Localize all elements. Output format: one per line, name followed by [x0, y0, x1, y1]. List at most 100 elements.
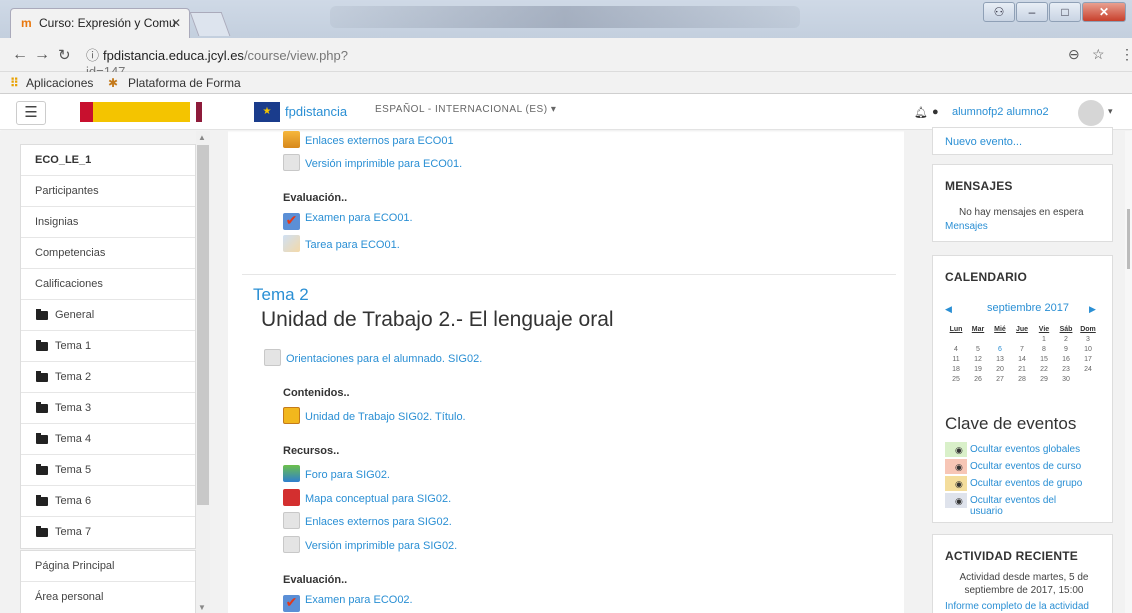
calendar-day[interactable]: 4	[945, 346, 967, 356]
nav-section-item[interactable]: Tema 7	[21, 517, 195, 548]
nav-item-pagina-principal[interactable]: Página Principal	[21, 551, 195, 582]
nav-section-item[interactable]: Tema 5	[21, 455, 195, 486]
calendar-day[interactable]: 3	[1077, 336, 1099, 346]
activity-link[interactable]: Enlaces externos para SIG02.	[283, 512, 452, 529]
calendar-day[interactable]: 28	[1011, 376, 1033, 386]
close-window-button[interactable]: ✕	[1082, 2, 1126, 22]
close-tab-icon[interactable]: ✕	[171, 16, 181, 30]
activity-link[interactable]: Foro para SIG02.	[283, 465, 390, 482]
nav-item-area-personal[interactable]: Área personal	[21, 582, 195, 613]
browser-tab[interactable]: m Curso: Expresión y Comu ✕	[10, 8, 190, 38]
calendar-day[interactable]: 1	[1033, 336, 1055, 346]
legend-item[interactable]: ◉ Ocultar eventos del usuario	[945, 493, 1091, 517]
bookmark-apps[interactable]: Aplicaciones	[26, 76, 93, 90]
calendar-day[interactable]: 16	[1055, 356, 1077, 366]
bookmark-platform[interactable]: Plataforma de Forma	[128, 76, 241, 90]
calendar-day[interactable]: 8	[1033, 346, 1055, 356]
minimize-button[interactable]: –	[1016, 2, 1048, 22]
course-shortname[interactable]: ECO_LE_1	[21, 145, 195, 176]
activity-link[interactable]: Unidad de Trabajo SIG02. Título.	[283, 407, 466, 424]
site-name[interactable]: fpdistancia	[285, 104, 347, 119]
new-tab-button[interactable]	[189, 12, 231, 36]
maximize-button[interactable]: □	[1049, 2, 1081, 22]
sidebar-scrollbar[interactable]: ▲ ▼	[196, 131, 210, 613]
url-field[interactable]: ⓘ fpdistancia.educa.jcyl.es/course/view.p…	[86, 45, 376, 79]
scrollbar-thumb[interactable]	[197, 145, 209, 505]
nav-section-item[interactable]: Tema 1	[21, 331, 195, 362]
messages-link[interactable]: Mensajes	[945, 221, 988, 232]
calendar-day[interactable]	[945, 336, 967, 346]
next-month-icon[interactable]: ▶	[1089, 304, 1096, 315]
reload-icon[interactable]: ↻	[58, 46, 71, 64]
calendar-day[interactable]: 26	[967, 376, 989, 386]
nav-item-competencias[interactable]: Competencias	[21, 238, 195, 269]
page-scrollbar[interactable]	[1125, 131, 1132, 613]
legend-item[interactable]: ◉ Ocultar eventos globales	[945, 442, 1091, 457]
calendar-day[interactable]: 6	[989, 346, 1011, 356]
calendar-day[interactable]: 5	[967, 346, 989, 356]
bookmark-star-icon[interactable]: ☆	[1092, 46, 1105, 63]
chat-icon[interactable]: ●	[932, 106, 939, 118]
activity-link[interactable]: ✔ Examen para ECO01.	[283, 212, 413, 230]
user-name[interactable]: alumnofp2 alumno2	[952, 106, 1049, 118]
language-menu[interactable]: ESPAÑOL - INTERNACIONAL (ES) ▾	[375, 104, 556, 115]
activity-link[interactable]: Enlaces externos para ECO01	[283, 131, 454, 148]
calendar-day[interactable]	[1077, 376, 1099, 386]
calendar-day[interactable]	[989, 336, 1011, 346]
section-title[interactable]: Tema 2	[253, 285, 309, 305]
activity-link[interactable]: Versión imprimible para SIG02.	[283, 536, 457, 553]
calendar-day[interactable]: 23	[1055, 366, 1077, 376]
nav-section-item[interactable]: Tema 4	[21, 424, 195, 455]
drawer-toggle-button[interactable]: ☰	[16, 101, 46, 125]
avatar[interactable]	[1078, 100, 1104, 126]
bell-icon[interactable]: 🔔︎	[914, 106, 928, 119]
legend-item[interactable]: ◉ Ocultar eventos de grupo	[945, 476, 1091, 491]
calendar-day[interactable]: 2	[1055, 336, 1077, 346]
activity-link[interactable]: Versión imprimible para ECO01.	[283, 154, 462, 171]
back-icon[interactable]: ←	[12, 46, 28, 64]
calendar-day[interactable]: 21	[1011, 366, 1033, 376]
calendar-day[interactable]: 14	[1011, 356, 1033, 366]
nav-section-item[interactable]: Tema 6	[21, 486, 195, 517]
menu-dots-icon[interactable]: ⋮	[1120, 46, 1132, 63]
calendar-day[interactable]	[1011, 336, 1033, 346]
scroll-down-icon[interactable]: ▼	[198, 603, 206, 612]
calendar-day[interactable]	[967, 336, 989, 346]
calendar-day[interactable]: 25	[945, 376, 967, 386]
calendar-day[interactable]: 12	[967, 356, 989, 366]
calendar-month[interactable]: septiembre 2017	[987, 302, 1069, 314]
activity-link[interactable]: Tarea para ECO01.	[283, 235, 400, 252]
calendar-day[interactable]: 11	[945, 356, 967, 366]
nav-item-insignias[interactable]: Insignias	[21, 207, 195, 238]
activity-link[interactable]: ✔ Examen para ECO02.	[283, 594, 413, 612]
previous-month-icon[interactable]: ◀	[945, 304, 952, 315]
calendar-day[interactable]: 17	[1077, 356, 1099, 366]
calendar-day[interactable]: 30	[1055, 376, 1077, 386]
calendar-day[interactable]: 9	[1055, 346, 1077, 356]
nav-section-item[interactable]: Tema 3	[21, 393, 195, 424]
calendar-day[interactable]: 24	[1077, 366, 1099, 376]
calendar-day[interactable]: 10	[1077, 346, 1099, 356]
user-profile-icon[interactable]: ⚇	[983, 2, 1015, 22]
calendar-day[interactable]: 20	[989, 366, 1011, 376]
legend-item[interactable]: ◉ Ocultar eventos de curso	[945, 459, 1091, 474]
nav-section-item[interactable]: General	[21, 300, 195, 331]
activity-link[interactable]: Mapa conceptual para SIG02.	[283, 489, 451, 506]
calendar-day[interactable]: 15	[1033, 356, 1055, 366]
calendar-day[interactable]: 19	[967, 366, 989, 376]
nav-section-item[interactable]: Tema 2	[21, 362, 195, 393]
forward-icon[interactable]: →	[34, 46, 50, 64]
scrollbar-thumb[interactable]	[1127, 209, 1130, 269]
full-activity-report-link[interactable]: Informe completo de la actividad	[945, 601, 1089, 612]
calendar-day[interactable]: 22	[1033, 366, 1055, 376]
calendar-day[interactable]: 29	[1033, 376, 1055, 386]
calendar-day[interactable]: 7	[1011, 346, 1033, 356]
zoom-icon[interactable]: ⊖	[1068, 46, 1080, 63]
chevron-down-icon[interactable]: ▾	[1108, 106, 1113, 117]
calendar-day[interactable]: 18	[945, 366, 967, 376]
activity-link[interactable]: Orientaciones para el alumnado. SIG02.	[264, 349, 482, 366]
calendar-day[interactable]: 13	[989, 356, 1011, 366]
nav-item-calificaciones[interactable]: Calificaciones	[21, 269, 195, 300]
calendar-day[interactable]: 27	[989, 376, 1011, 386]
scroll-up-icon[interactable]: ▲	[198, 133, 206, 142]
